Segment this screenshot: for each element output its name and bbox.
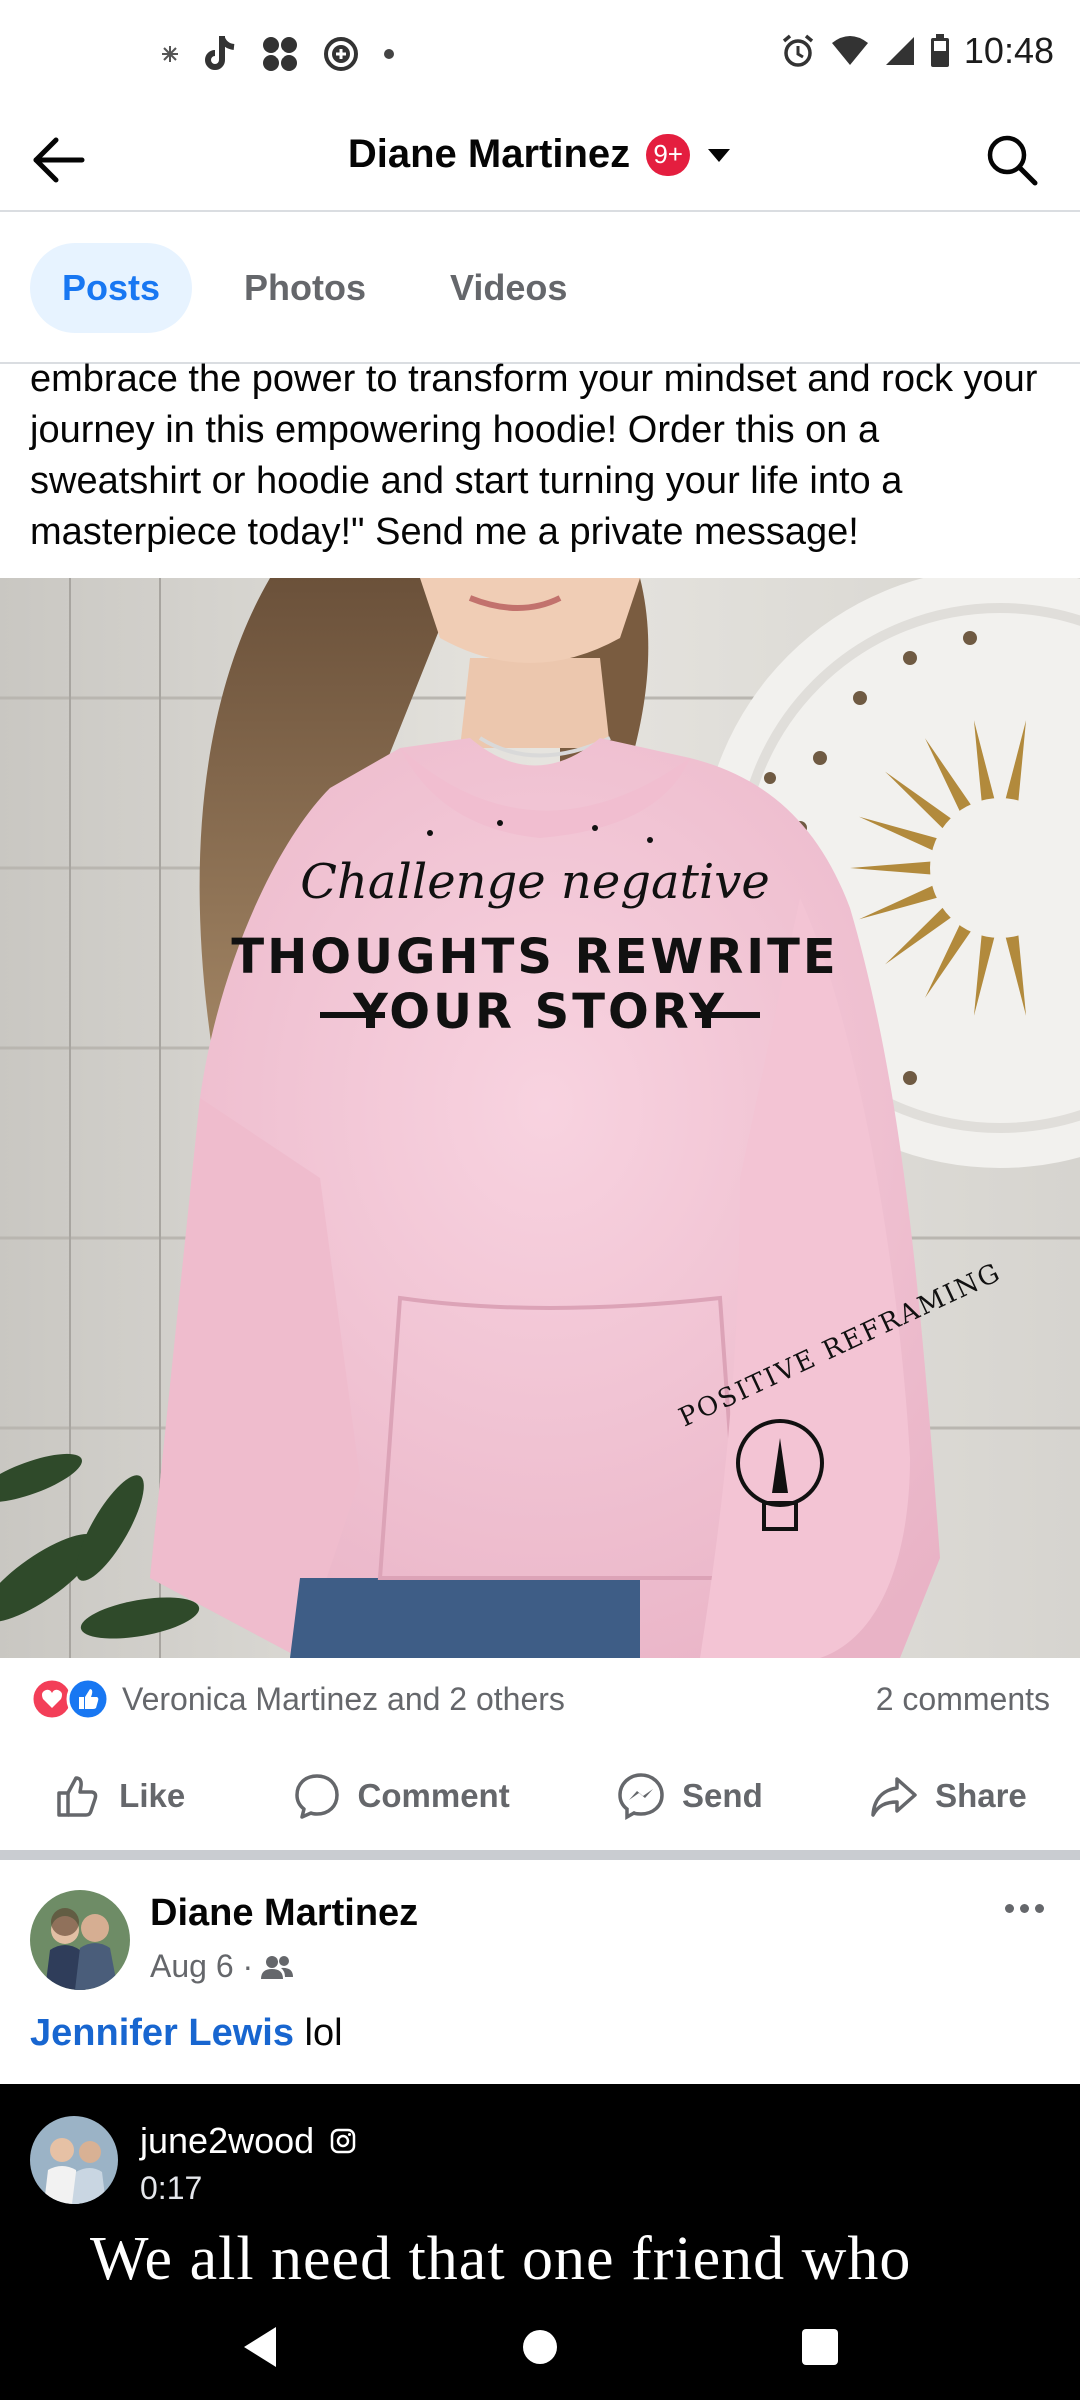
tab-posts[interactable]: Posts: [30, 243, 193, 333]
page-title: Diane Martinez: [347, 132, 631, 176]
square-recents-icon: [802, 2329, 838, 2365]
dot-icon: [1004, 1903, 1014, 1913]
triangle-back-icon: [244, 2327, 276, 2367]
reel-username: june2wood: [140, 2120, 315, 2161]
status-bar: 10:48: [0, 0, 1080, 110]
circle-home-icon: [523, 2330, 557, 2364]
reel-avatar[interactable]: [30, 2116, 118, 2204]
friends-audience-icon: [261, 1955, 294, 1979]
messenger-icon: [618, 1773, 664, 1821]
reel-duration: 0:17: [140, 2170, 203, 2206]
share-button[interactable]: Share: [869, 1771, 1027, 1821]
add-circle-icon: [322, 35, 360, 73]
share-arrow-icon: [871, 1777, 917, 1817]
send-label: Send: [682, 1777, 763, 1814]
comment-button[interactable]: Comment: [292, 1771, 510, 1821]
send-button[interactable]: Send: [616, 1771, 763, 1821]
avatar[interactable]: [30, 1890, 130, 1990]
like-label: Like: [119, 1777, 186, 1814]
post-body-text: lol: [293, 2012, 343, 2054]
post-meta: Aug 6 ·: [150, 1948, 294, 1985]
post-body: Jennifer Lewis lol: [30, 2012, 343, 2055]
dot-icon: [1034, 1903, 1044, 1913]
post-actions: Like Comment Send Share: [0, 1744, 1080, 1848]
tab-videos[interactable]: Videos: [418, 243, 599, 333]
status-notification-icons: [160, 34, 396, 74]
status-system-icons: 10:48: [780, 30, 1054, 72]
hoodie-photo: Challenge negative THOUGHTS REWRITE YOUR…: [0, 578, 1080, 1658]
svg-text:YOUR STORY: YOUR STORY: [352, 984, 727, 1040]
tab-photos[interactable]: Photos: [212, 243, 398, 333]
post-text: embrace the power to transform your mind…: [30, 358, 1038, 553]
shared-post: Diane Martinez Aug 6 · Jennifer Lewis lo…: [0, 1860, 1080, 2084]
settings-spark-icon: [160, 44, 180, 64]
search-button[interactable]: [980, 128, 1044, 192]
notification-badge: 9+: [646, 133, 691, 176]
app-header: Diane Martinez 9+: [0, 110, 1080, 212]
post-date[interactable]: Aug 6 ·: [150, 1948, 253, 1985]
comment-bubble-icon: [294, 1774, 339, 1819]
reactors-text[interactable]: Veronica Martinez and 2 others: [122, 1681, 565, 1718]
post-author[interactable]: Diane Martinez: [150, 1892, 418, 1935]
reel-user[interactable]: june2wood: [140, 2120, 356, 2162]
nodes-icon: [260, 34, 300, 74]
caret-down-icon: [708, 148, 731, 162]
instagram-icon: [330, 2128, 356, 2154]
system-nav-bar: [0, 2294, 1080, 2400]
svg-text:THOUGHTS REWRITE: THOUGHTS REWRITE: [231, 929, 838, 985]
reaction-icons: [30, 1677, 110, 1721]
dot-icon: [1019, 1903, 1029, 1913]
nav-recents-button[interactable]: [780, 2307, 860, 2387]
reactions-summary[interactable]: Veronica Martinez and 2 others 2 comment…: [0, 1664, 1080, 1734]
comment-label: Comment: [357, 1777, 510, 1814]
post-image[interactable]: Challenge negative THOUGHTS REWRITE YOUR…: [0, 578, 1080, 1658]
like-reaction-icon: [66, 1677, 110, 1721]
reel-preview[interactable]: june2wood 0:17 We all need that one frie…: [0, 2084, 1080, 2294]
comments-count[interactable]: 2 comments: [876, 1681, 1050, 1718]
mention-link[interactable]: Jennifer Lewis: [30, 2012, 294, 2054]
share-label: Share: [935, 1777, 1027, 1814]
profile-tabs: Posts Photos Videos: [0, 214, 1080, 364]
nav-home-button[interactable]: [500, 2307, 580, 2387]
battery-icon: [930, 34, 950, 68]
like-button[interactable]: Like: [53, 1771, 185, 1821]
more-options-button[interactable]: [994, 1888, 1054, 1928]
alarm-icon: [780, 33, 816, 69]
tiktok-icon: [202, 34, 238, 74]
profile-title-dropdown[interactable]: Diane Martinez 9+: [0, 132, 1080, 177]
thumbs-up-icon: [57, 1776, 98, 1817]
feed-divider: [0, 1850, 1080, 1860]
dot-icon: [382, 47, 396, 61]
wifi-icon: [830, 35, 870, 67]
signal-icon: [884, 35, 916, 67]
search-icon: [987, 135, 1038, 186]
svg-text:Challenge negative: Challenge negative: [300, 854, 770, 910]
status-time: 10:48: [963, 30, 1054, 71]
nav-back-button[interactable]: [220, 2307, 300, 2387]
reel-caption: We all need that one friend who: [90, 2225, 912, 2293]
